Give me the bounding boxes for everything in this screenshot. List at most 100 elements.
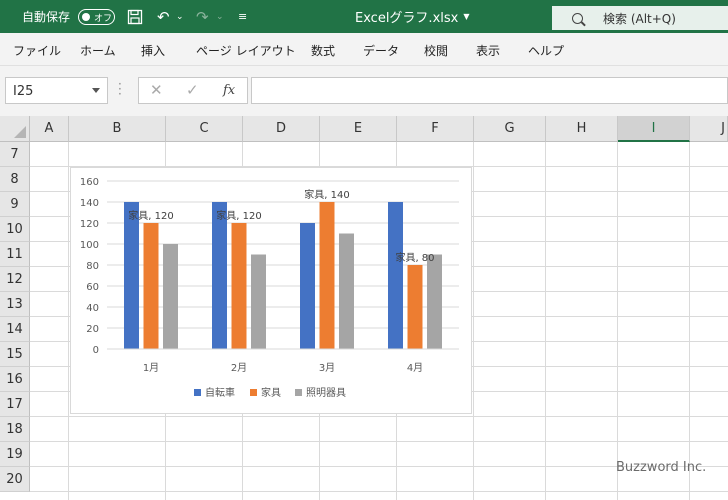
x-tick-label: 3月 [319,362,335,374]
bar-2-2 [231,223,247,349]
undo-dropdown-icon[interactable]: ⌄ [176,0,184,33]
tab-home[interactable]: ホーム [80,42,116,59]
tab-data[interactable]: データ [363,42,399,59]
row-header-19[interactable]: 19 [0,442,30,467]
data-label: 家具, 120 [216,209,261,222]
tab-insert[interactable]: 挿入 [141,42,165,59]
legend-swatch-1 [194,389,201,396]
search-box[interactable]: 検索 (Alt+Q) [552,6,728,30]
y-tick-label: 60 [86,282,99,293]
chevron-down-icon[interactable] [92,88,100,93]
legend-entry: 自転車 [205,386,235,399]
bar-3-4 [427,254,442,349]
formula-buttons: ✕ ✓ fx [138,77,248,104]
formula-bar: I25 · · · ✕ ✓ fx [0,66,728,116]
toggle-knob [82,13,90,21]
name-box-value: I25 [13,84,34,99]
undo-icon[interactable]: ↶ [157,0,170,33]
redo-dropdown-icon[interactable]: ⌄ [216,0,224,33]
bar-2-3 [319,202,335,349]
column-header-b[interactable]: B [69,116,166,142]
confirm-icon[interactable]: ✓ [186,81,199,99]
bar-1-3 [300,223,315,349]
y-tick-label: 140 [80,198,99,209]
row-header-17[interactable]: 17 [0,392,30,417]
legend-swatch-3 [295,389,302,396]
column-header-i[interactable]: I [618,116,690,142]
y-tick-label: 0 [93,345,99,356]
ribbon-tabs: ファイル ホーム 挿入 ページ レイアウト 数式 データ 校閲 表示 ヘルプ [0,33,728,66]
autosave-label: 自動保存 [22,10,71,24]
customize-toolbar-icon[interactable]: ≡ [238,0,247,33]
data-label: 家具, 140 [304,188,349,201]
bar-chart[interactable]: 0 20 40 60 80 100 120 140 160 1月 家具, 120 2月 家具, 120 3… [70,167,472,414]
row-header-9[interactable]: 9 [0,192,30,217]
row-header-16[interactable]: 16 [0,367,30,392]
x-tick-label: 1月 [143,362,159,374]
tab-review[interactable]: 校閲 [424,42,448,59]
data-label: 家具, 120 [128,209,173,222]
row-header-8[interactable]: 8 [0,167,30,192]
grid-line [30,441,728,442]
row-header-20[interactable]: 20 [0,467,30,492]
y-tick-label: 40 [86,303,99,314]
legend-entry: 照明器具 [306,387,346,399]
chart-canvas: 0 20 40 60 80 100 120 140 160 1月 家具, 120 2月 家具, 120 3… [80,177,459,399]
redo-icon[interactable]: ↷ [196,0,209,33]
save-icon[interactable] [127,0,143,33]
row-header-15[interactable]: 15 [0,342,30,367]
grid-line [473,142,474,500]
row-header-7[interactable]: 7 [0,142,30,167]
bar-1-4 [388,202,403,349]
column-header-c[interactable]: C [166,116,243,142]
column-header-d[interactable]: D [243,116,320,142]
insert-function-icon[interactable]: fx [223,83,235,98]
row-header-13[interactable]: 13 [0,292,30,317]
file-name-text: Excelグラフ.xlsx [355,11,459,26]
row-header-14[interactable]: 14 [0,317,30,342]
column-header-h[interactable]: H [546,116,618,142]
search-placeholder: 検索 (Alt+Q) [603,11,676,26]
formula-input[interactable] [251,77,728,104]
row-header-10[interactable]: 10 [0,217,30,242]
legend-entry: 家具 [261,386,281,399]
column-header-e[interactable]: E [320,116,397,142]
bar-3-1 [163,244,178,349]
search-icon [572,12,583,24]
more-icon[interactable]: · · · [118,78,122,100]
column-header-a[interactable]: A [30,116,69,142]
grid-line [617,142,618,500]
grid-line [30,416,728,417]
grid-line [689,142,690,500]
cancel-icon[interactable]: ✕ [150,81,163,99]
select-all-button[interactable] [0,116,30,142]
x-tick-label: 2月 [231,362,247,374]
title-bar: 自動保存 オフ ↶ ⌄ ↷ ⌄ ≡ Excelグラフ.xlsx ▼ 検索 (Alt… [0,0,728,33]
row-header-11[interactable]: 11 [0,242,30,267]
bar-2-4 [407,265,423,349]
tab-file[interactable]: ファイル [13,42,61,59]
grid-line [68,142,69,500]
legend-swatch-2 [250,389,257,396]
bar-1-1 [124,202,139,349]
row-header-12[interactable]: 12 [0,267,30,292]
y-tick-label: 160 [80,177,99,188]
y-tick-label: 120 [80,219,99,230]
tab-page-layout[interactable]: ページ レイアウト [196,42,296,59]
y-tick-label: 100 [80,240,99,251]
row-header-18[interactable]: 18 [0,417,30,442]
tab-help[interactable]: ヘルプ [528,42,564,59]
autosave-state: オフ [94,14,113,24]
column-header-g[interactable]: G [474,116,546,142]
tab-formulas[interactable]: 数式 [311,42,335,59]
column-header-j[interactable]: J [690,116,728,142]
y-tick-label: 20 [86,324,99,335]
file-name[interactable]: Excelグラフ.xlsx ▼ [355,0,470,33]
grid-line [30,491,728,492]
tab-view[interactable]: 表示 [476,42,500,59]
column-header-f[interactable]: F [397,116,474,142]
y-tick-label: 80 [86,261,99,272]
autosave-toggle[interactable]: オフ [78,9,115,25]
chevron-down-icon: ▼ [463,12,470,21]
name-box[interactable]: I25 [5,77,108,104]
